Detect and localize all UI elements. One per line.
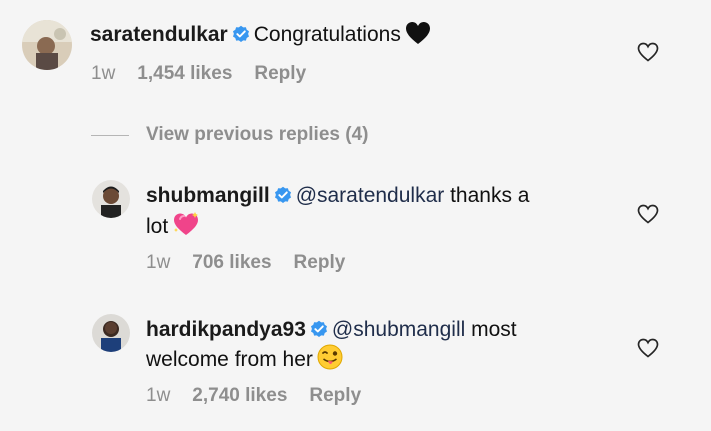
verified-badge-icon [274, 184, 292, 211]
comment-meta: 1w 2,740 likes Reply [146, 385, 383, 407]
mention-link[interactable]: @shubmangill [332, 318, 465, 341]
comment-text-line1: shubmangill @saratendulkar thanks a [146, 182, 529, 211]
username[interactable]: shubmangill [146, 184, 270, 207]
sparkling-heart-icon [172, 211, 200, 244]
avatar[interactable] [92, 314, 130, 352]
comment-body-continued: lot [146, 215, 169, 238]
comment-meta: 1w 1,454 likes Reply [91, 63, 328, 85]
timestamp: 1w [146, 385, 171, 406]
comment-text-line1: hardikpandya93 @shubmangill most [146, 316, 517, 345]
verified-badge-icon [310, 318, 328, 345]
verified-badge-icon [232, 23, 250, 50]
divider [91, 135, 129, 136]
likes-count[interactable]: 2,740 likes [192, 385, 287, 406]
timestamp: 1w [146, 252, 171, 273]
reply-button[interactable]: Reply [294, 252, 346, 273]
comment-body: Congratulations [253, 23, 401, 46]
avatar[interactable] [22, 20, 72, 70]
view-previous-replies-label[interactable]: View previous replies (4) [146, 124, 368, 146]
reply-button[interactable]: Reply [254, 63, 306, 84]
black-heart-icon [405, 21, 431, 52]
like-heart-icon[interactable] [637, 338, 659, 358]
comment-text: saratendulkar Congratulations [90, 21, 431, 52]
winking-tongue-face-icon [317, 344, 343, 377]
like-heart-icon[interactable] [637, 42, 659, 62]
comment-body: thanks a [444, 184, 530, 207]
username[interactable]: hardikpandya93 [146, 318, 306, 341]
timestamp: 1w [91, 63, 116, 84]
username[interactable]: saratendulkar [90, 23, 228, 46]
likes-count[interactable]: 706 likes [192, 252, 271, 273]
comment-meta: 1w 706 likes Reply [146, 252, 367, 274]
like-heart-icon[interactable] [637, 204, 659, 224]
avatar[interactable] [92, 180, 130, 218]
comment-body: most [465, 318, 517, 341]
comment-text-line2: welcome from her [146, 344, 343, 377]
view-previous-replies-button[interactable]: View previous replies (4) [91, 124, 411, 148]
comment-text-line2: lot [146, 211, 200, 244]
reply-button[interactable]: Reply [309, 385, 361, 406]
likes-count[interactable]: 1,454 likes [137, 63, 232, 84]
mention-link[interactable]: @saratendulkar [296, 184, 445, 207]
comment-body-continued: welcome from her [146, 348, 313, 371]
